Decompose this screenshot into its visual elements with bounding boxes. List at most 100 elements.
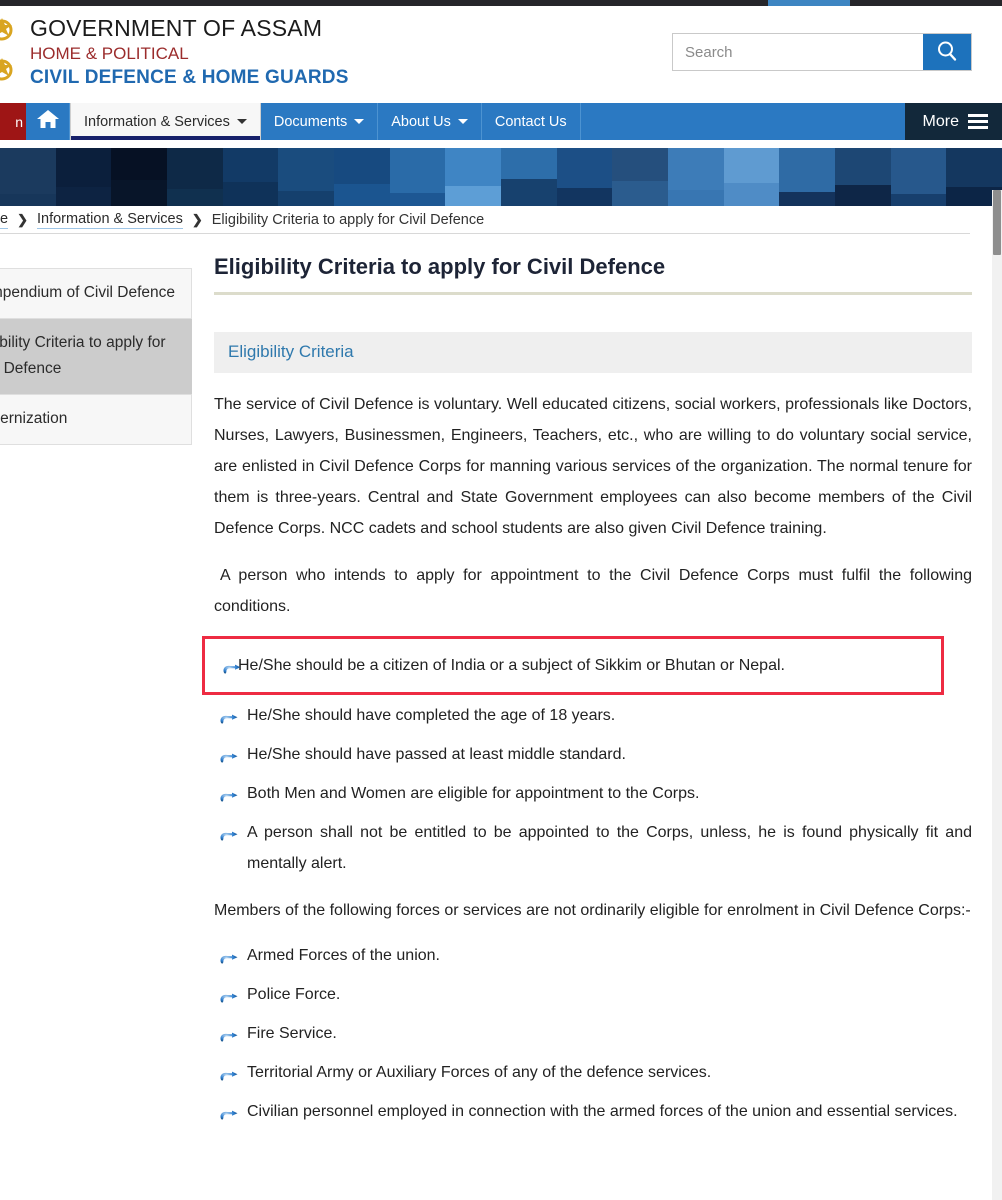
banner-tile (779, 148, 835, 206)
list-item-condition-age: He/She should have completed the age of … (214, 700, 972, 731)
list-item-exclusion-armed-forces: Armed Forces of the union. (214, 940, 972, 971)
search-input[interactable] (673, 34, 923, 70)
paragraph-conditions-intro: A person who intends to apply for appoin… (214, 567, 972, 615)
banner-tile (723, 148, 780, 206)
breadcrumb-parent-link[interactable]: Information & Services (36, 211, 183, 229)
breadcrumb-home-link[interactable]: e (0, 211, 9, 229)
banner-tile (445, 148, 501, 206)
condition-text: Both Men and Women are eligible for appo… (247, 785, 700, 802)
brand-office-title: CIVIL DEFENCE & HOME GUARDS (30, 67, 349, 88)
assam-government-emblem-icon (0, 12, 22, 100)
banner-tile (556, 148, 613, 206)
brand-government-title: GOVERNMENT OF ASSAM (30, 15, 323, 41)
banner-tile-lower (55, 187, 112, 206)
exclusions-list: Armed Forces of the union. Police Force.… (214, 940, 972, 1127)
banner-tile-lower (222, 182, 279, 206)
sidebar-item-eligibility-criteria[interactable]: Eligibility Criteria to apply for Civil … (0, 319, 192, 395)
page-title: Eligibility Criteria to apply for Civil … (214, 254, 666, 279)
condition-text: He/She should have passed at least middl… (247, 746, 626, 763)
banner-tile (333, 148, 390, 206)
pointing-hand-icon (219, 947, 239, 964)
banner-tile (667, 148, 724, 206)
chevron-down-icon (457, 119, 468, 124)
search-button[interactable] (923, 34, 971, 70)
breadcrumb-separator-icon: ❯ (17, 211, 28, 227)
banner-tile (111, 148, 167, 206)
sidebar-navigation: Compendium of Civil Defence Eligibility … (0, 268, 192, 445)
banner-tile-lower (333, 184, 390, 206)
pointing-hand-icon (219, 707, 239, 724)
nav-home-button[interactable] (26, 103, 70, 140)
paragraph-exclusions-intro: Members of the following forces or servi… (214, 902, 971, 919)
banner-tile-lower (779, 192, 835, 206)
sidebar-item-modernization[interactable]: Modernization (0, 395, 192, 445)
hamburger-menu-icon (968, 114, 988, 129)
banner-tile-lower (389, 193, 446, 206)
blue-mosaic-banner (0, 148, 1002, 206)
banner-tile (55, 148, 112, 206)
list-item-exclusion-civilian-personnel: Civilian personnel employed in connectio… (214, 1096, 972, 1127)
banner-tile-lower (667, 190, 724, 206)
banner-tile-lower (556, 188, 613, 206)
exclusion-text: Fire Service. (247, 1025, 337, 1042)
page-scrollbar-thumb[interactable] (993, 190, 1001, 255)
list-item-condition-education: He/She should have passed at least middl… (214, 739, 972, 770)
banner-tile (834, 148, 891, 206)
nav-label: Documents (273, 113, 348, 130)
chevron-down-icon (354, 119, 365, 124)
list-item-condition-fitness: A person shall not be entitled to be app… (214, 817, 972, 879)
pointing-hand-icon (219, 824, 239, 841)
exclusion-text: Territorial Army or Auxiliary Forces of … (247, 1064, 712, 1081)
list-item-exclusion-territorial-army: Territorial Army or Auxiliary Forces of … (214, 1057, 972, 1088)
home-icon (36, 108, 60, 135)
condition-text: He/She should have completed the age of … (247, 707, 616, 724)
nav-left-tab[interactable]: n (0, 103, 26, 140)
exclusion-text: Civilian personnel employed in connectio… (247, 1103, 958, 1120)
nav-item-about-us[interactable]: About Us (378, 103, 482, 140)
section-heading-eligibility-criteria: Eligibility Criteria (214, 332, 972, 373)
exclusion-text: Armed Forces of the union. (247, 947, 440, 964)
sidebar-item-compendium[interactable]: Compendium of Civil Defence (0, 269, 192, 319)
paragraph-service-description: The service of Civil Defence is voluntar… (214, 396, 972, 537)
banner-tile (500, 148, 557, 206)
brand-department-title: HOME & POLITICAL (30, 44, 189, 63)
banner-tile (0, 148, 56, 206)
search-icon (935, 39, 959, 66)
banner-tile-lower (278, 191, 334, 206)
banner-tile (890, 148, 947, 206)
page-scrollbar-track[interactable] (992, 190, 1002, 1200)
nav-label: Contact Us (494, 113, 567, 130)
banner-tile (389, 148, 446, 206)
banner-tile (222, 148, 279, 206)
banner-tile-lower (166, 189, 223, 206)
banner-tile (278, 148, 334, 206)
chevron-down-icon (236, 119, 247, 124)
banner-tile-lower (500, 179, 557, 206)
pointing-hand-icon (219, 1103, 239, 1120)
condition-text: A person shall not be entitled to be app… (247, 824, 972, 872)
nav-item-contact-us[interactable]: Contact Us (482, 103, 581, 140)
nav-item-documents[interactable]: Documents (261, 103, 379, 140)
breadcrumb-separator-icon: ❯ (191, 211, 203, 227)
search-bar[interactable] (672, 33, 972, 71)
pointing-hand-icon (219, 1025, 239, 1042)
site-branding: GOVERNMENT OF ASSAM HOME & POLITICAL CIV… (30, 14, 349, 90)
pointing-hand-icon (219, 746, 239, 763)
list-item-exclusion-fire-service: Fire Service. (214, 1018, 972, 1049)
title-divider (214, 292, 972, 295)
banner-tile-lower (0, 194, 56, 206)
banner-tile-lower (723, 183, 780, 206)
more-menu-button[interactable]: More (904, 103, 1002, 140)
breadcrumb: e ❯ Information & Services ❯ Eligibility… (0, 206, 970, 234)
nav-item-information-services[interactable]: Information & Services (70, 103, 261, 140)
banner-tile-lower (111, 180, 167, 206)
banner-tile (612, 148, 668, 206)
site-header: GOVERNMENT OF ASSAM HOME & POLITICAL CIV… (0, 6, 1002, 104)
exclusion-text: Police Force. (247, 986, 341, 1003)
more-label: More (922, 112, 959, 130)
list-item-condition-gender: Both Men and Women are eligible for appo… (214, 778, 972, 809)
pointing-hand-icon (219, 986, 239, 1003)
breadcrumb-current-page: Eligibility Criteria to apply for Civil … (211, 211, 485, 228)
nav-label: Information & Services (84, 113, 230, 130)
